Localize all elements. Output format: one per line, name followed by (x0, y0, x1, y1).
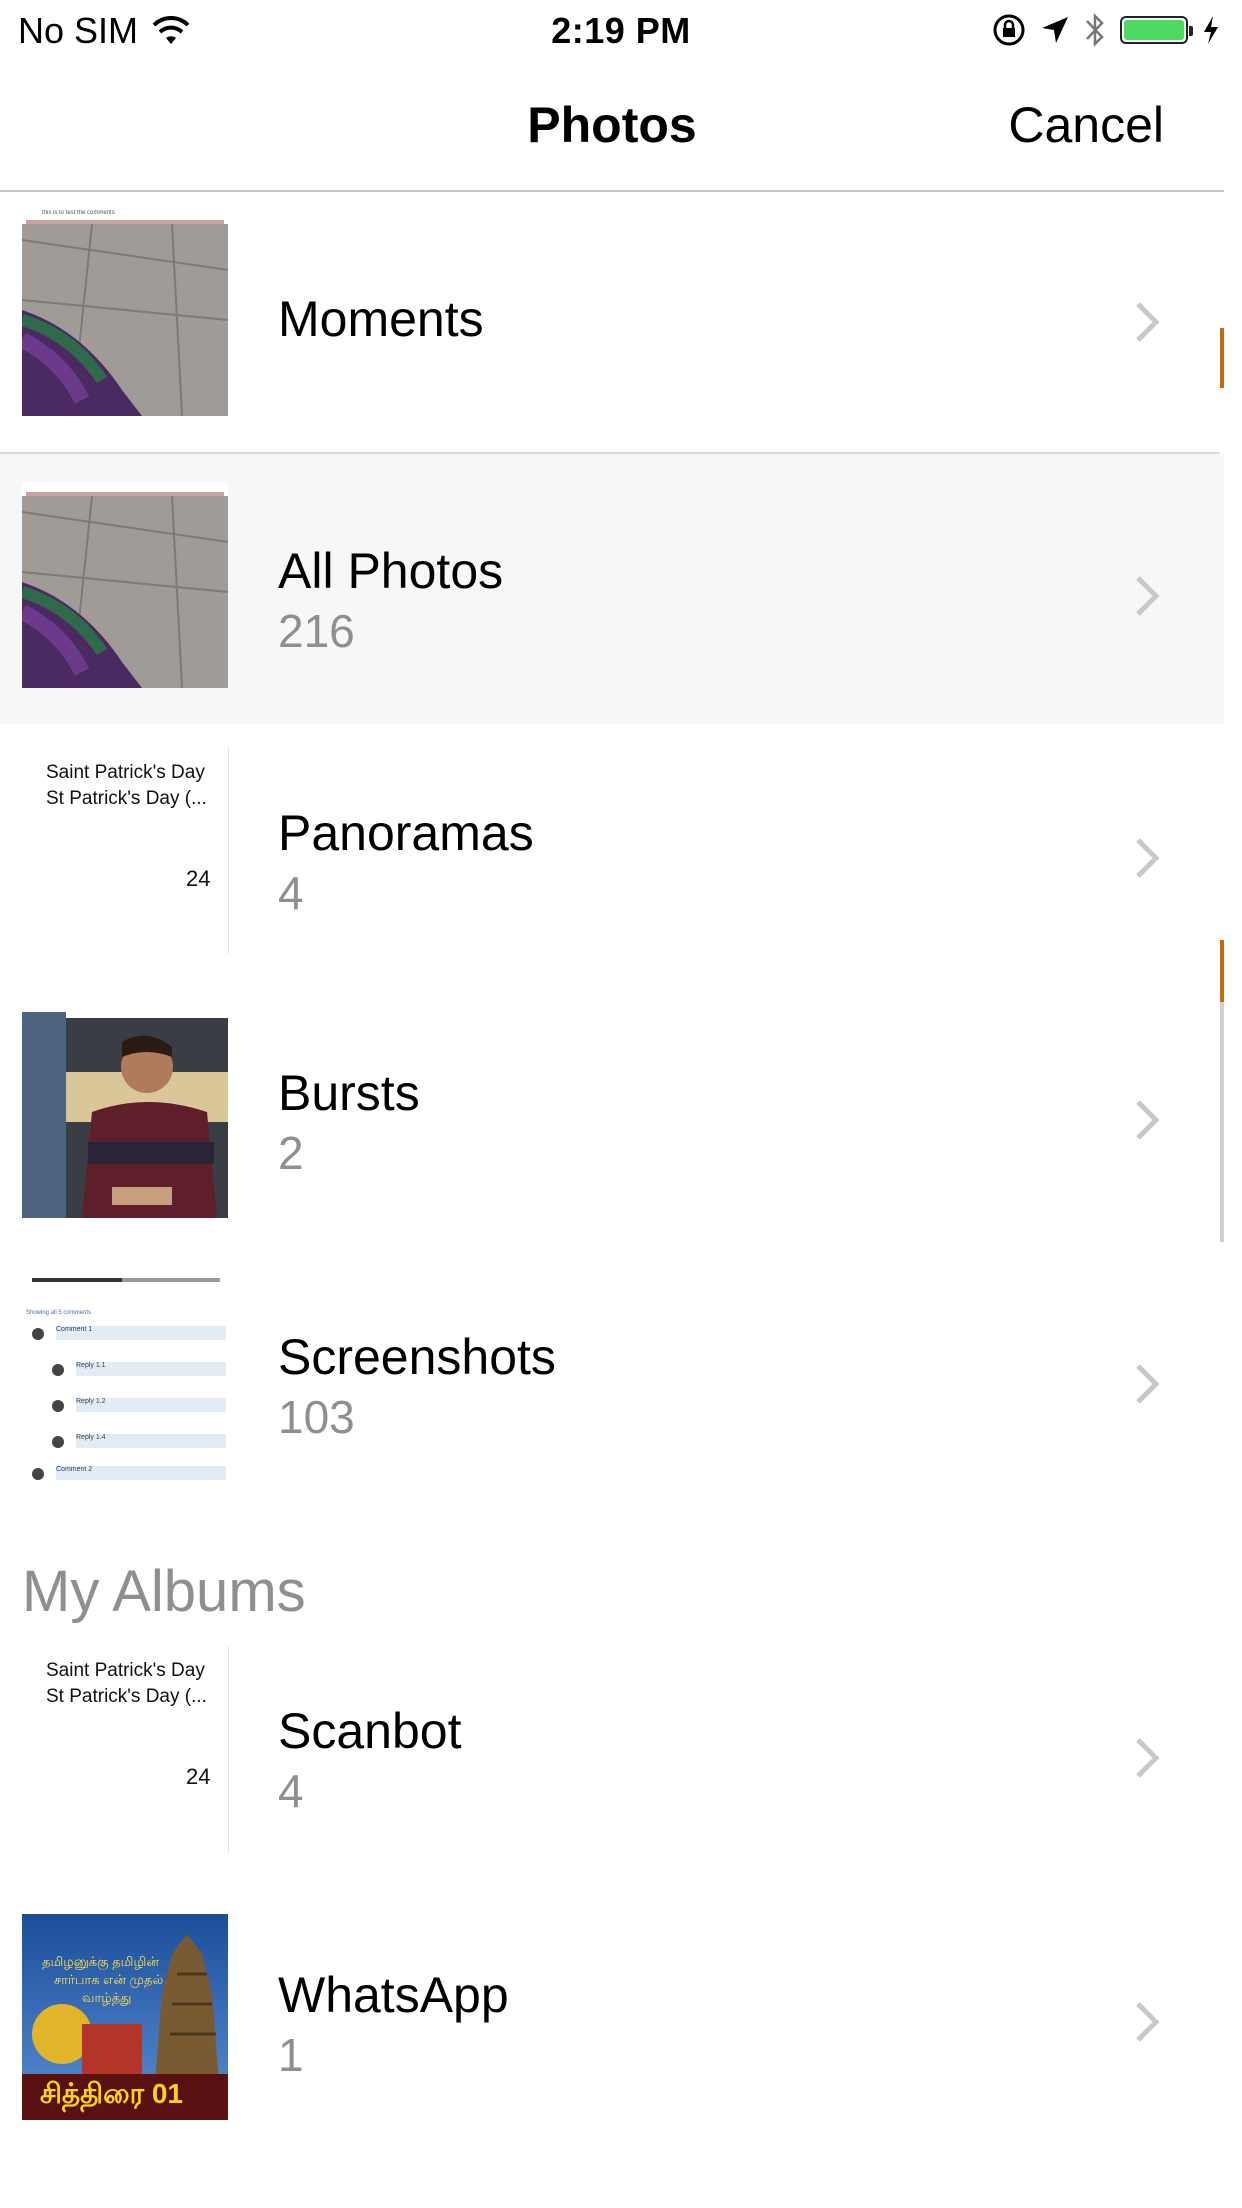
navigation-bar: Photos Cancel (0, 62, 1224, 192)
orientation-lock-icon (993, 14, 1025, 46)
bluetooth-icon (1086, 12, 1104, 48)
thumbnail-header: Showing all 5 comments (26, 1310, 92, 1316)
album-title: Bursts (278, 1065, 420, 1121)
thumbnail-line1: Saint Patrick's Day (46, 762, 205, 783)
album-thumbnail (22, 1012, 228, 1218)
status-bar: No SIM 2:19 PM (0, 0, 1242, 62)
album-row-screenshots[interactable]: Showing all 5 comments Comment 1 Reply 1… (0, 1262, 1224, 1524)
thumbnail-line2: St Patrick's Day (... (46, 1686, 207, 1707)
album-title: Screenshots (278, 1329, 556, 1385)
album-count: 4 (278, 867, 304, 919)
album-count: 1 (278, 2029, 304, 2081)
album-count: 4 (278, 1765, 304, 1817)
album-count: 103 (278, 1391, 355, 1443)
thumbnail-line2: St Patrick's Day (... (46, 788, 207, 809)
photos-album-picker: No SIM 2:19 PM Photos Cancel this is to … (0, 0, 1242, 2208)
chevron-right-icon (1136, 1364, 1160, 1404)
charging-bolt-icon (1204, 16, 1218, 44)
thumbnail-comment: Comment 1 (56, 1326, 226, 1340)
album-row-scanbot[interactable]: Saint Patrick's Day St Patrick's Day (..… (0, 1636, 1224, 1898)
album-thumbnail: தமிழனுக்கு தமிழின் சார்பாக என் முதல் வாழ… (22, 1914, 228, 2120)
album-thumbnail: Saint Patrick's Day St Patrick's Day (..… (22, 748, 229, 954)
section-header-my-albums: My Albums (22, 1559, 306, 1624)
thumbnail-text-line3: வாழ்த்து (82, 1990, 132, 2005)
chevron-right-icon (1136, 1100, 1160, 1140)
album-title: All Photos (278, 543, 504, 599)
thumbnail-comment: Comment 2 (56, 1466, 226, 1480)
album-row-moments[interactable]: this is to test the comments Moments (0, 192, 1224, 454)
scroll-indicator (1220, 940, 1224, 1002)
chevron-right-icon (1136, 1738, 1160, 1778)
chevron-right-icon (1136, 838, 1160, 878)
thumbnail-banner: சித்திரை 01 (40, 2078, 183, 2109)
chevron-right-icon (1136, 576, 1160, 616)
location-arrow-icon (1042, 17, 1068, 43)
scroll-indicator (1220, 1002, 1224, 1242)
album-title: WhatsApp (278, 1967, 509, 2023)
album-row-all-photos[interactable]: All Photos 216 (0, 454, 1224, 724)
cancel-button[interactable]: Cancel (1008, 96, 1164, 154)
album-thumbnail (22, 482, 228, 688)
scroll-indicator (1220, 328, 1224, 388)
album-thumbnail: Saint Patrick's Day St Patrick's Day (..… (22, 1646, 229, 1852)
album-thumbnail: this is to test the comments (22, 210, 228, 416)
battery-icon (1120, 16, 1193, 44)
thumbnail-number: 24 (186, 1764, 211, 1789)
thumbnail-number: 24 (186, 866, 211, 891)
album-count: 216 (278, 605, 355, 657)
status-right (978, 12, 1220, 48)
album-title: Scanbot (278, 1703, 462, 1759)
chevron-right-icon (1136, 2002, 1160, 2042)
album-thumbnail: Showing all 5 comments Comment 1 Reply 1… (22, 1274, 228, 1480)
battery-level (1124, 20, 1184, 40)
thumbnail-comment: Reply 1.2 (76, 1398, 226, 1412)
album-count: 2 (278, 1127, 304, 1179)
album-title: Panoramas (278, 805, 534, 861)
thumbnail-comment: Reply 1.4 (76, 1434, 226, 1448)
album-row-panoramas[interactable]: Saint Patrick's Day St Patrick's Day (..… (0, 734, 1224, 996)
chevron-right-icon (1136, 302, 1160, 342)
album-row-bursts[interactable]: Bursts 2 (0, 998, 1224, 1260)
thumbnail-line1: Saint Patrick's Day (46, 1660, 205, 1681)
thumbnail-text-line1: தமிழனுக்கு தமிழின் (42, 1954, 159, 1969)
album-title: Moments (278, 291, 484, 347)
thumbnail-comment: Reply 1.1 (76, 1362, 226, 1376)
thumbnail-caption: this is to test the comments (42, 210, 115, 216)
thumbnail-text-line2: சார்பாக என் முதல் (54, 1972, 164, 1987)
album-row-whatsapp[interactable]: தமிழனுக்கு தமிழின் சார்பாக என் முதல் வாழ… (0, 1900, 1224, 2162)
